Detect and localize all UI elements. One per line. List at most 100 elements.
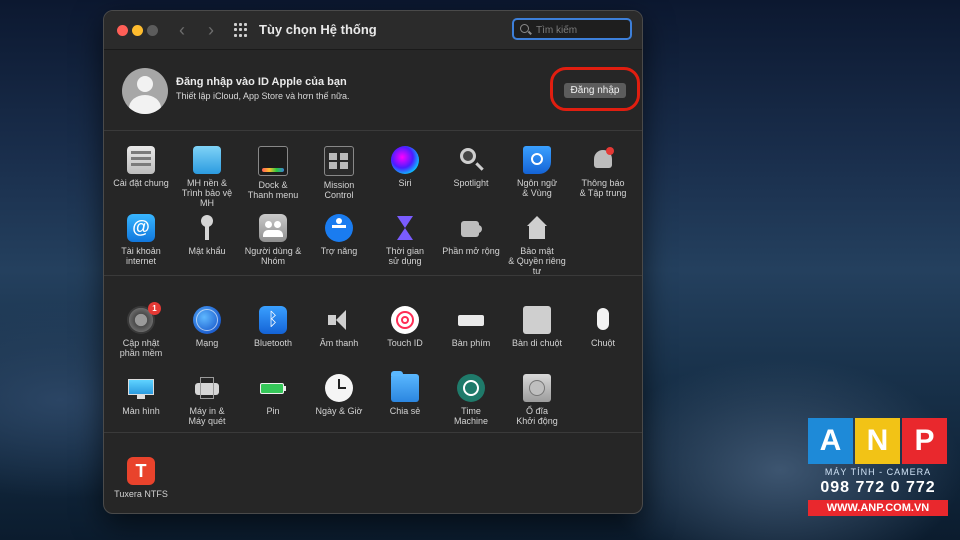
mouse-icon: [589, 306, 617, 334]
search-field[interactable]: [512, 18, 632, 40]
preferences-section-other: Tuxera NTFS: [104, 433, 642, 512]
pref-pane-label: Mật khẩu: [188, 246, 226, 256]
show-all-grid-icon[interactable]: [234, 23, 248, 37]
pref-pane-extensions[interactable]: Phần mở rộng: [438, 214, 504, 256]
pref-pane-label: Mạng: [195, 338, 219, 348]
pref-pane-label: Bluetooth: [253, 338, 293, 348]
general-icon: [127, 146, 155, 174]
pref-pane-label: Thời gian sử dụng: [386, 246, 424, 266]
sound-icon: [325, 306, 353, 334]
pref-pane-label: Trợ năng: [320, 246, 358, 256]
screen-time-icon: [391, 214, 419, 242]
pref-pane-label: Chia sẻ: [389, 406, 421, 416]
apple-id-banner: Đăng nhập vào ID Apple của bạn Thiết lập…: [104, 50, 642, 131]
pref-pane-software-update[interactable]: 1 Cập nhật phần mềm: [108, 302, 174, 358]
watermark-letter-a: A: [808, 418, 853, 464]
pref-pane-bluetooth[interactable]: Bluetooth: [240, 306, 306, 348]
pref-pane-label: Ổ đĩa Khởi động: [516, 406, 558, 426]
pref-pane-spotlight[interactable]: Spotlight: [438, 146, 504, 188]
siri-icon: [391, 146, 419, 174]
pref-pane-language[interactable]: Ngôn ngữ & Vùng: [504, 146, 570, 198]
mission-control-icon: [324, 146, 354, 176]
apple-id-subtitle: Thiết lập iCloud, App Store và hơn thế n…: [176, 91, 350, 101]
pref-pane-time-machine[interactable]: Time Machine: [438, 374, 504, 426]
pref-pane-sharing[interactable]: Chia sẻ: [372, 371, 438, 416]
pref-pane-sound[interactable]: Âm thanh: [306, 306, 372, 348]
pref-pane-label: Ngày & Giờ: [315, 406, 363, 416]
pref-pane-notifications[interactable]: Thông báo & Tập trung: [570, 146, 636, 198]
pref-pane-label: Bảo mật & Quyền riêng tư: [508, 246, 566, 276]
pref-pane-internet-accounts[interactable]: Tài khoản internet: [108, 214, 174, 266]
preferences-section-personal: Cài đặt chung MH nền & Trình bảo vệ MH Doc…: [104, 131, 642, 276]
pref-pane-date-time[interactable]: Ngày & Giờ: [306, 374, 372, 416]
pref-pane-label: Tuxera NTFS: [114, 489, 168, 499]
pref-pane-keyboard[interactable]: Bàn phím: [438, 306, 504, 348]
pref-pane-label: Thông báo & Tập trung: [579, 178, 627, 198]
time-machine-icon: [457, 374, 485, 402]
minimize-window-button[interactable]: [132, 25, 143, 36]
pref-pane-label: Cập nhật phần mềm: [119, 338, 163, 358]
pref-pane-trackpad[interactable]: Bàn di chuột: [504, 306, 570, 348]
pref-pane-label: Ngôn ngữ & Vùng: [516, 178, 558, 198]
pref-pane-startup-disk[interactable]: Ổ đĩa Khởi động: [504, 374, 570, 426]
pref-pane-label: Dock & Thanh menu: [247, 180, 299, 200]
pref-pane-screen-time[interactable]: Thời gian sử dụng: [372, 214, 438, 266]
pref-pane-network[interactable]: Mạng: [174, 306, 240, 348]
pref-pane-displays[interactable]: Màn hình: [108, 374, 174, 416]
tuxera-icon: [127, 457, 155, 485]
system-preferences-window: ‹ › Tùy chọn Hệ thống Đăng nhập vào ID A…: [103, 10, 643, 514]
pref-pane-label: Máy in & Máy quét: [188, 406, 226, 426]
trackpad-icon: [523, 306, 551, 334]
pref-pane-label: Bàn di chuột: [511, 338, 563, 348]
pref-pane-label: Cài đặt chung: [113, 178, 169, 188]
pref-pane-label: Touch ID: [387, 338, 423, 348]
pref-pane-label: Phần mở rộng: [442, 246, 500, 256]
pref-pane-label: MH nền & Trình bảo vệ MH: [181, 178, 233, 208]
pref-pane-passwords[interactable]: Mật khẩu: [174, 214, 240, 256]
pref-pane-touch-id[interactable]: Touch ID: [372, 306, 438, 348]
search-icon: [520, 24, 529, 33]
watermark-letter-n: N: [855, 418, 900, 464]
network-icon: [193, 306, 221, 334]
avatar: [122, 68, 168, 114]
pref-pane-label: Mission Control: [323, 180, 355, 200]
bluetooth-icon: [259, 306, 287, 334]
back-arrow-icon[interactable]: ‹: [172, 20, 192, 40]
spotlight-icon: [457, 146, 485, 174]
startup-disk-icon: [523, 374, 551, 402]
pref-pane-desktop[interactable]: MH nền & Trình bảo vệ MH: [174, 146, 240, 208]
printers-icon: [193, 374, 221, 402]
pref-pane-battery[interactable]: Pin: [240, 374, 306, 416]
extensions-icon: [457, 214, 485, 242]
zoom-window-button[interactable]: [147, 25, 158, 36]
accessibility-icon: [325, 214, 353, 242]
pref-pane-label: Bàn phím: [451, 338, 491, 348]
preferences-section-hardware: 1 Cập nhật phần mềm Mạng Bluetooth Âm thanh T…: [104, 276, 642, 433]
pref-pane-mouse[interactable]: Chuột: [570, 306, 636, 348]
close-window-button[interactable]: [117, 25, 128, 36]
apple-id-title: Đăng nhập vào ID Apple của bạn: [176, 76, 347, 88]
pref-pane-dock[interactable]: Dock & Thanh menu: [240, 146, 306, 200]
window-title: Tùy chọn Hệ thống: [259, 22, 377, 37]
displays-icon: [127, 374, 155, 402]
pref-pane-siri[interactable]: Siri: [372, 146, 438, 188]
pref-pane-general[interactable]: Cài đặt chung: [108, 146, 174, 188]
pref-pane-printers[interactable]: Máy in & Máy quét: [174, 374, 240, 426]
pref-pane-tuxera[interactable]: Tuxera NTFS: [108, 457, 174, 499]
search-input[interactable]: [534, 21, 630, 39]
pref-pane-label: Tài khoản internet: [121, 246, 161, 266]
desktop-icon: [193, 146, 221, 174]
sign-in-button[interactable]: Đăng nhập: [564, 83, 626, 98]
passwords-icon: [193, 214, 221, 242]
pref-pane-label: Chuột: [590, 338, 616, 348]
pref-pane-label: Spotlight: [453, 178, 489, 188]
notifications-icon: [589, 146, 617, 174]
pref-pane-label: Time Machine: [453, 406, 489, 426]
pref-pane-security[interactable]: Bảo mật & Quyền riêng tư: [504, 214, 570, 276]
sharing-icon: [391, 371, 419, 402]
pref-pane-label: Người dùng & Nhóm: [244, 246, 302, 266]
forward-arrow-icon[interactable]: ›: [201, 20, 221, 40]
pref-pane-accessibility[interactable]: Trợ năng: [306, 214, 372, 256]
pref-pane-users[interactable]: Người dùng & Nhóm: [240, 214, 306, 266]
pref-pane-mission-control[interactable]: Mission Control: [306, 146, 372, 200]
